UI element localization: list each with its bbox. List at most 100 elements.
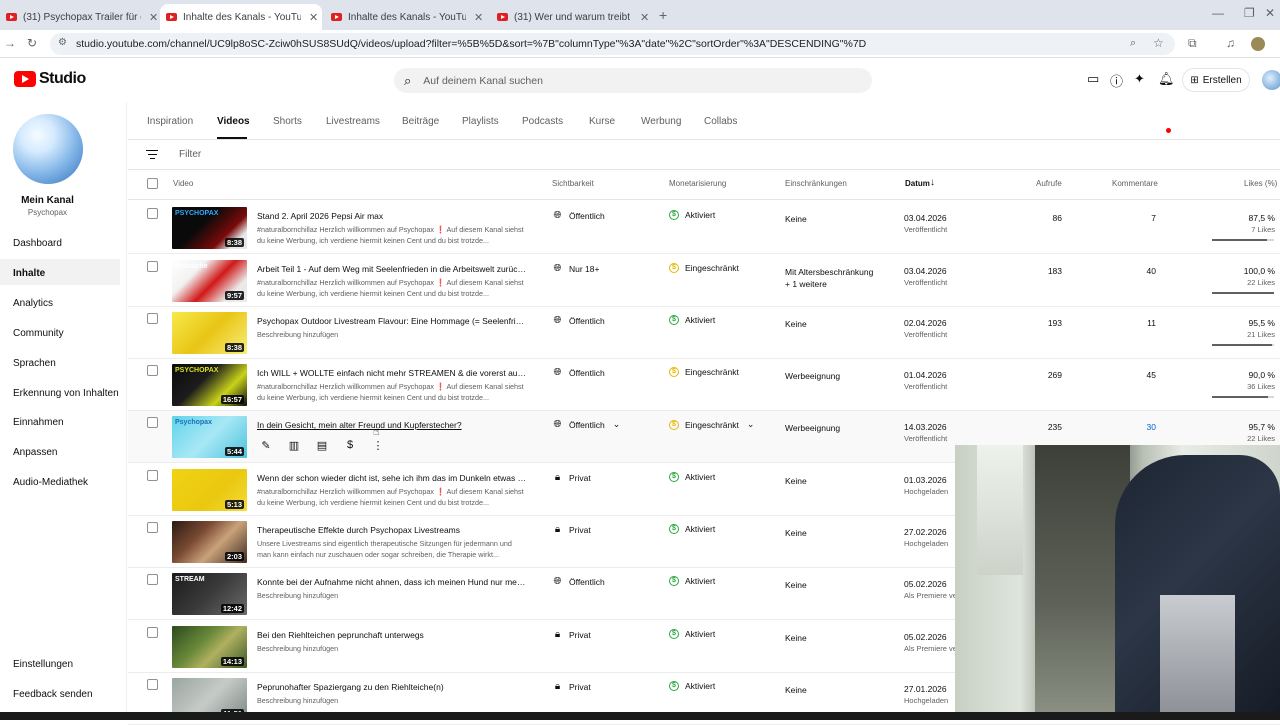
row-checkbox[interactable] xyxy=(147,261,158,272)
close-icon[interactable]: ✕ xyxy=(149,11,158,24)
table-row[interactable]: Jobsuche 9:57 Arbeit Teil 1 - Auf dem Weg … xyxy=(128,255,1280,307)
sidebar-item-einnahmen[interactable]: Einnahmen xyxy=(13,417,64,428)
bookmark-star-icon[interactable]: ☆ xyxy=(1153,36,1164,50)
video-title[interactable]: Pepruno​hafter Spaziergang zu den Riehlt… xyxy=(257,682,527,692)
sidebar-item-anpassen[interactable]: Anpassen xyxy=(13,447,57,458)
reload-icon[interactable]: ↻ xyxy=(27,36,37,50)
video-title[interactable]: Ich WILL + WOLLTE einfach nicht mehr STR… xyxy=(257,368,527,378)
edit-pencil-icon[interactable]: ✎ xyxy=(257,439,275,455)
column-views[interactable]: Aufrufe xyxy=(1036,179,1062,188)
window-close-icon[interactable]: ✕ xyxy=(1265,6,1275,20)
tab-podcasts[interactable]: Podcasts xyxy=(522,116,563,127)
sidebar-item-content-detection[interactable]: Erkennung von Inhalten xyxy=(13,388,119,399)
sidebar-item-community[interactable]: Community xyxy=(13,328,64,339)
filter-input[interactable]: Filter xyxy=(179,149,201,160)
video-title[interactable]: Bei den Riehlteichen pepruncha​ft unterw… xyxy=(257,630,527,640)
comments-icon[interactable]: ▤ xyxy=(313,439,331,455)
video-thumbnail[interactable]: 14:13 xyxy=(172,626,247,668)
video-thumbnail[interactable]: PSYCHOPAX 8:38 xyxy=(172,207,247,249)
analytics-icon[interactable]: ▥ xyxy=(285,439,303,455)
more-options-icon[interactable]: ⋮ xyxy=(369,439,387,455)
column-monetization[interactable]: Monetarisierung xyxy=(669,179,726,188)
row-checkbox[interactable] xyxy=(147,679,158,690)
row-checkbox[interactable] xyxy=(147,365,158,376)
extensions-icon[interactable]: ⧉ xyxy=(1188,36,1197,51)
forward-icon[interactable]: → xyxy=(4,36,16,50)
browser-tab-2[interactable]: Inhalte des Kanals - YouTube St ✕ xyxy=(160,4,322,30)
studio-logo[interactable]: Studio xyxy=(14,70,86,88)
address-bar[interactable]: ⚙ studio.youtube.com/channel/UC9lp8oSC-Z… xyxy=(50,33,1175,55)
video-title[interactable]: Arbeit Teil 1 - Auf dem Weg mit Seelenfr… xyxy=(257,264,527,274)
sidebar-item-inhalte[interactable]: Inhalte xyxy=(13,268,45,279)
video-thumbnail[interactable]: STREAM 12:42 xyxy=(172,573,247,615)
filter-icon[interactable] xyxy=(146,147,158,162)
tab-posts[interactable]: Beiträge xyxy=(402,116,439,127)
tab-livestreams[interactable]: Livestreams xyxy=(326,116,380,127)
video-title[interactable]: Psychopax Outdoor Livestream Flavour: Ei… xyxy=(257,316,527,326)
zoom-icon[interactable]: ⌕ xyxy=(1130,37,1136,50)
minimize-icon[interactable]: — xyxy=(1212,6,1224,20)
sidebar-item-dashboard[interactable]: Dashboard xyxy=(13,238,62,249)
sort-arrow-down-icon[interactable]: ↓ xyxy=(930,177,935,188)
browser-tab-1[interactable]: (31) Psychopax Trailer für die U ✕ xyxy=(0,4,160,30)
messages-icon[interactable]: ▭ xyxy=(1087,71,1099,87)
browser-tab-4[interactable]: (31) Wer und warum treibt mich ✕ xyxy=(491,4,653,30)
notifications-icon[interactable]: 🔔︎ xyxy=(1158,71,1175,87)
column-date[interactable]: Datum xyxy=(905,179,930,188)
video-title[interactable]: Konnte bei der Aufnahme nicht ahnen, das… xyxy=(257,577,527,587)
table-row[interactable]: PSYCHOPAX 8:38 Stand 2. April 2026 Pepsi A… xyxy=(128,202,1280,254)
tab-inspiration[interactable]: Inspiration xyxy=(147,116,193,127)
tab-courses[interactable]: Kurse xyxy=(589,116,615,127)
new-tab-icon[interactable]: + xyxy=(659,7,667,23)
row-checkbox[interactable] xyxy=(147,522,158,533)
sparkle-icon[interactable]: ✦ xyxy=(1134,71,1145,87)
create-button[interactable]: ⊞ Erstellen xyxy=(1182,68,1250,92)
column-likes[interactable]: Likes (%) xyxy=(1244,179,1277,188)
select-all-checkbox[interactable] xyxy=(147,178,158,189)
row-checkbox[interactable] xyxy=(147,470,158,481)
row-checkbox[interactable] xyxy=(147,313,158,324)
tab-shorts[interactable]: Shorts xyxy=(273,116,302,127)
profile-avatar[interactable] xyxy=(1251,37,1265,51)
video-title[interactable]: In dein Gesicht, mein alter Freund und K… xyxy=(257,420,527,430)
comments-value[interactable]: 30 xyxy=(1147,422,1156,432)
sidebar-item-feedback[interactable]: Feedback senden xyxy=(13,689,93,700)
video-title[interactable]: Wenn der schon wieder dicht ist, sehe ic… xyxy=(257,473,527,483)
help-icon[interactable]: ⓘ xyxy=(1110,71,1123,90)
chevron-down-icon[interactable]: ⌄ xyxy=(613,419,621,430)
account-avatar[interactable] xyxy=(1262,70,1280,90)
row-checkbox[interactable] xyxy=(147,574,158,585)
video-thumbnail[interactable]: 8:38 xyxy=(172,312,247,354)
channel-search-input[interactable]: ⌕ Auf deinem Kanal suchen xyxy=(394,68,872,93)
sidebar-item-sprachen[interactable]: Sprachen xyxy=(13,358,56,369)
site-info-icon[interactable]: ⚙ xyxy=(58,37,67,48)
visibility-cell[interactable]: 🌐︎ Öffentlich ⌄ xyxy=(552,419,621,430)
table-row[interactable]: 8:38 Psychopax Outdoor Livestream Flavour… xyxy=(128,307,1280,359)
restore-icon[interactable]: ❐ xyxy=(1244,6,1255,20)
sidebar-item-analytics[interactable]: Analytics xyxy=(13,298,53,309)
tab-playlists[interactable]: Playlists xyxy=(462,116,499,127)
monetization-icon[interactable]: $ xyxy=(341,439,359,455)
tab-collabs[interactable]: Collabs xyxy=(704,116,737,127)
browser-tab-3[interactable]: Inhalte des Kanals - YouTube St ✕ xyxy=(325,4,487,30)
close-icon[interactable]: ✕ xyxy=(474,11,483,24)
tab-promotions[interactable]: Werbung xyxy=(641,116,681,127)
column-visibility[interactable]: Sichtbarkeit xyxy=(552,179,594,188)
video-thumbnail[interactable]: Jobsuche 9:57 xyxy=(172,260,247,302)
channel-avatar[interactable] xyxy=(13,114,83,184)
video-thumbnail[interactable]: Psychopax 5:44 xyxy=(172,416,247,458)
sidebar-item-audio-library[interactable]: Audio-Mediathek xyxy=(13,477,88,488)
row-checkbox[interactable] xyxy=(147,208,158,219)
column-comments[interactable]: Kommentare xyxy=(1112,179,1158,188)
tab-videos[interactable]: Videos xyxy=(217,116,250,127)
table-row[interactable]: PSYCHOPAX 16:57 Ich WILL + WOLLTE einfach … xyxy=(128,359,1280,411)
media-controls-icon[interactable]: ♫ xyxy=(1226,36,1235,50)
monetization-cell[interactable]: $ Eingeschränkt ⌄ xyxy=(669,419,754,430)
video-thumbnail[interactable]: 2:03 xyxy=(172,521,247,563)
column-restrictions[interactable]: Einschränkungen xyxy=(785,179,847,188)
chevron-down-icon[interactable]: ⌄ xyxy=(747,419,755,430)
video-thumbnail[interactable]: PSYCHOPAX 16:57 xyxy=(172,364,247,406)
video-title[interactable]: Stand 2. April 2026 Pepsi Air max xyxy=(257,211,527,221)
video-title[interactable]: Therapeutische Effekte durch Psychopax L… xyxy=(257,525,527,535)
close-icon[interactable]: ✕ xyxy=(640,11,649,24)
